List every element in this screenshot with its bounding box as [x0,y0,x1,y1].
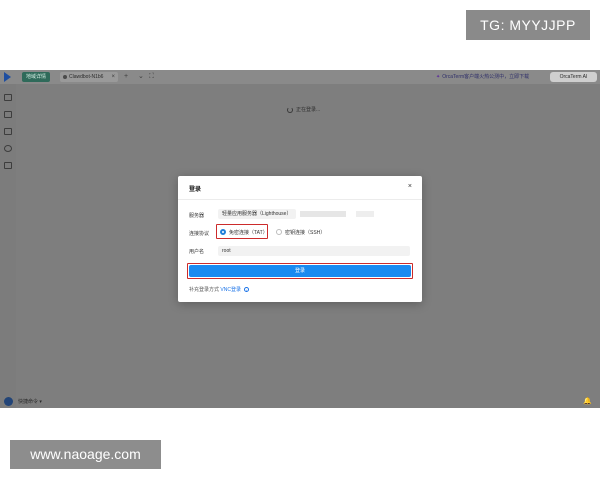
dialog-divider [178,199,422,200]
radio-ssh-label[interactable]: 密钥连接（SSH） [285,229,325,236]
split-screen-icon[interactable]: ⛶ [149,71,154,82]
file-tree-icon[interactable] [4,111,12,118]
loading-text: 正在登录... [296,107,321,113]
info-icon[interactable]: i [244,287,250,293]
close-icon[interactable]: × [408,183,412,191]
vnc-login-link[interactable]: VNC登录 [220,287,241,293]
loading-indicator: 正在登录... [287,106,320,113]
tab-close-icon[interactable]: × [111,72,115,82]
spinner-icon [287,106,293,113]
app-logo-icon [4,72,11,82]
announcement-banner[interactable]: ✦ OrcaTerm客户端火热公测中，立即下载 [436,71,548,83]
redacted-server-ip [356,211,374,217]
sparkle-icon: ✦ [436,74,441,80]
server-select[interactable]: 轻量应用服务器（Lighthouse） [218,209,296,219]
tab-status-icon [63,75,67,79]
watermark-site: www.naoage.com [10,440,161,469]
username-input[interactable] [218,246,410,256]
redacted-server-id [300,211,346,217]
orcaterm-ai-button[interactable]: OrcaTerm AI [550,72,597,82]
radio-tat-label[interactable]: 免密连接（TAT） [229,229,268,236]
monitor-icon[interactable] [4,128,12,135]
tab-label: Clawdbot-N1b6 [69,74,104,80]
supplementary-login: 补充登录方式 VNC登录 i [189,286,250,293]
quick-command-button[interactable]: 快捷命令 ▾ [18,396,42,408]
dashboard-icon[interactable] [4,94,12,101]
tab-instance[interactable]: Clawdbot-N1b6 × [60,72,118,82]
bottom-bar: 快捷命令 ▾ 🔔 [0,396,600,408]
avatar[interactable] [4,397,13,406]
login-button[interactable]: 登录 [189,265,411,277]
top-bar: 地域详情 Clawdbot-N1b6 × + ⌄ ⛶ ✦ OrcaTerm客户端火… [0,70,600,84]
home-icon[interactable] [4,145,12,152]
region-tag[interactable]: 地域详情 [22,72,51,82]
add-tab-icon[interactable]: + [124,71,128,82]
watermark-tg: TG: MYYJJPP [466,10,590,40]
protocol-label: 连接协议 [189,231,210,237]
server-label: 服务器 [189,213,205,219]
login-dialog: 登录 × 服务器 轻量应用服务器（Lighthouse） 连接协议 免密连接（T… [178,176,422,302]
dialog-title: 登录 [189,187,202,193]
radio-tat[interactable] [220,229,226,235]
left-sidebar [0,84,16,408]
username-label: 用户名 [189,249,205,255]
announcement-text: OrcaTerm客户端火热公测中，立即下载 [442,74,530,80]
cloud-icon[interactable] [4,162,12,169]
radio-ssh[interactable] [276,229,282,235]
chevron-down-icon[interactable]: ⌄ [138,71,144,82]
supplement-label: 补充登录方式 [189,287,220,293]
notification-bell-icon[interactable]: 🔔 [583,396,592,408]
